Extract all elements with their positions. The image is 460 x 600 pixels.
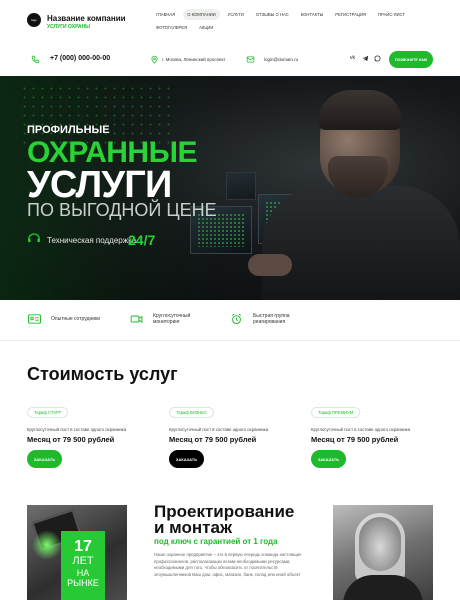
prices-title: Стоимость услуг — [27, 364, 178, 384]
price-card: Тариф ПРЕМИУМ Круглосуточный пост в сост… — [311, 407, 431, 477]
tariff-price: Месяц от 79 500 рублей — [169, 435, 257, 444]
hero-banner: ПРОФИЛЬНЫЕ ОХРАННЫЕ УСЛУГИ ПО ВЫГОДНОЙ Ц… — [0, 76, 460, 300]
feature-item: Быстрая группа реагирования — [229, 313, 311, 325]
years-badge: 17 ЛЕТ НА РЫНКЕ — [61, 531, 105, 600]
id-card-icon — [28, 314, 41, 324]
feature-label: Быстрая группа реагирования — [253, 313, 290, 325]
feature-item: Опытные сотрудники — [27, 313, 100, 325]
phone-number[interactable]: +7 (000) 000-00-00 — [50, 55, 110, 62]
nav-item-contacts[interactable]: КОНТАКТЫ — [297, 9, 328, 20]
nav-item-registration[interactable]: РЕГИСТРАЦИЯ — [331, 9, 370, 20]
alarm-icon — [232, 313, 241, 324]
site-header: logo Название компании УСЛУГИ ОХРАНЫ ГЛА… — [0, 0, 460, 44]
nav-item-promotions[interactable]: АКЦИИ — [195, 22, 217, 33]
price-card: Тариф БИЗНЕС Круглосуточный пост в соста… — [169, 407, 289, 477]
feature-label: Опытные сотрудники — [51, 316, 101, 322]
order-button[interactable]: ЗАКАЗАТЬ — [27, 450, 62, 468]
company-name: Название компании — [47, 14, 126, 23]
years-unit: ЛЕТ — [72, 555, 94, 567]
email[interactable]: login@domain.ru — [264, 57, 298, 62]
phone-icon — [31, 55, 40, 64]
nav-item-gallery[interactable]: ФОТОГАЛЕРЕЯ — [152, 22, 191, 33]
whatsapp-icon[interactable] — [374, 55, 381, 62]
price-card: Тариф СТАРТ Круглосуточный пост в состав… — [27, 407, 147, 477]
years-text: НА — [76, 568, 90, 578]
tariff-description: Круглосуточный пост в составе одного охр… — [311, 427, 410, 432]
order-button[interactable]: ЗАКАЗАТЬ — [169, 450, 204, 468]
vk-icon[interactable]: vk — [350, 55, 355, 61]
years-text: РЫНКЕ — [67, 578, 99, 588]
logo[interactable]: logo — [27, 13, 41, 27]
feature-label: Круглосуточный мониторинг — [153, 313, 191, 325]
about-title-line2: и монтаж — [154, 518, 233, 537]
address: г. Москва, Ленинский проспект — [162, 57, 226, 62]
feature-item: Круглосуточный мониторинг — [129, 313, 213, 325]
logo-text: logo — [31, 18, 37, 22]
specialist-photo — [333, 505, 433, 600]
hero-monitor — [226, 172, 256, 200]
about-text: Наше охранное предприятие – это в первую… — [154, 552, 302, 577]
hero-person-hair — [318, 90, 402, 130]
tariff-price: Месяц от 79 500 рублей — [311, 435, 399, 444]
nav-item-about[interactable]: О КОМПАНИИ — [183, 9, 220, 20]
tariff-price: Месяц от 79 500 рублей — [27, 435, 115, 444]
tariff-description: Круглосуточный пост в составе одного охр… — [27, 427, 126, 432]
nav-item-home[interactable]: ГЛАВНАЯ — [152, 9, 179, 20]
telegram-icon[interactable] — [362, 55, 369, 62]
main-nav: ГЛАВНАЯ О КОМПАНИИ УСЛУГИ ОТЗЫВЫ О НАС К… — [152, 9, 452, 33]
hero-subtitle: ПО ВЫГОДНОЙ ЦЕНЕ — [27, 200, 217, 220]
nav-item-price-list[interactable]: ПРАЙС-ЛИСТ — [374, 9, 409, 20]
order-button[interactable]: ЗАКАЗАТЬ — [311, 450, 346, 468]
location-pin-icon — [151, 55, 158, 64]
tariff-badge: Тариф ПРЕМИУМ — [311, 407, 361, 418]
mail-icon — [246, 56, 255, 63]
call-us-button[interactable]: ПОЗВОНИТЕ НАМ — [389, 51, 433, 68]
nav-item-services[interactable]: УСЛУГИ — [224, 9, 248, 20]
hero-pre-title: ПРОФИЛЬНЫЕ — [27, 124, 110, 136]
support-value: 24/7 — [128, 232, 156, 248]
tariff-description: Круглосуточный пост в составе одного охр… — [169, 427, 268, 432]
tariff-badge: Тариф СТАРТ — [27, 407, 69, 418]
section-divider — [0, 340, 460, 341]
headset-icon — [28, 233, 40, 243]
hero-person-hand — [248, 254, 292, 276]
hero-person — [262, 186, 460, 300]
about-subtitle: под ключ с гарантией от 1 года — [154, 537, 278, 546]
camera-icon — [130, 315, 143, 323]
company-tagline: УСЛУГИ ОХРАНЫ — [47, 24, 91, 30]
nav-item-reviews[interactable]: ОТЗЫВЫ О НАС — [252, 9, 293, 20]
tariff-badge: Тариф БИЗНЕС — [169, 407, 215, 418]
years-number: 17 — [74, 538, 92, 555]
support-label: Техническая поддержка — [47, 236, 137, 245]
